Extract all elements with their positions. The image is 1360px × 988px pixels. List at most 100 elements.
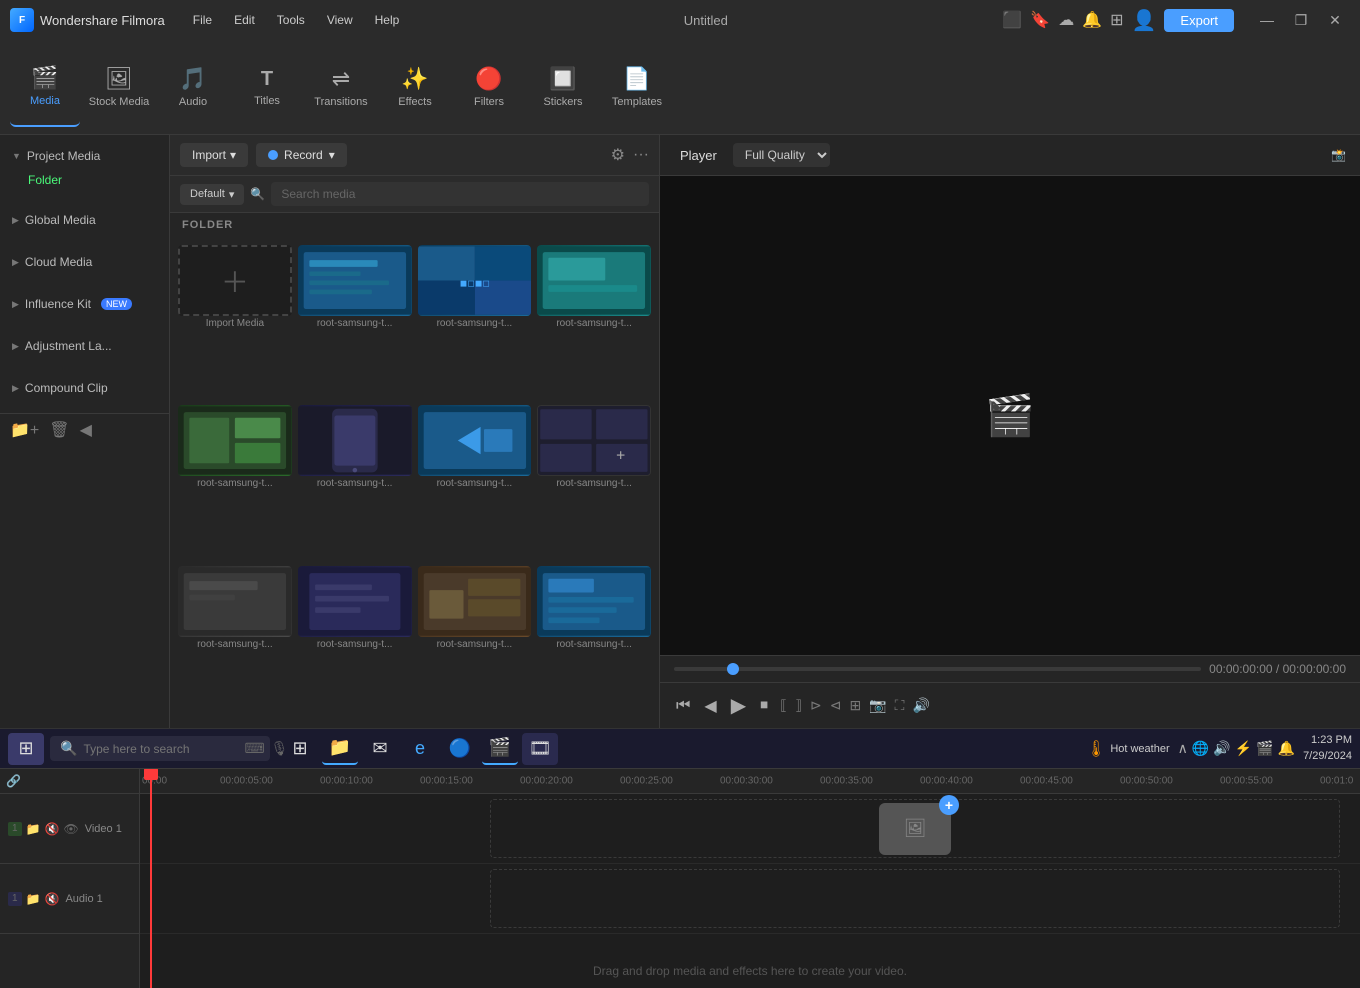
link-tracks-icon[interactable]: 🔗 xyxy=(6,774,21,788)
sort-button[interactable]: Default ▾ xyxy=(180,184,244,205)
toolbar-audio[interactable]: 🎵 Audio xyxy=(158,47,228,127)
left-section-project-media-header[interactable]: ▼ Project Media xyxy=(0,143,169,169)
fullscreen-icon[interactable]: ⛶ xyxy=(895,697,905,714)
step-back-button[interactable]: ◀ xyxy=(702,694,718,718)
toolbar-stock-media[interactable]: 🖼 Stock Media xyxy=(84,47,154,127)
player-tab[interactable]: Player xyxy=(674,146,723,165)
toolbar-stickers[interactable]: 🔲 Stickers xyxy=(528,47,598,127)
tray-volume[interactable]: 🔊 xyxy=(1213,740,1230,757)
play-button[interactable]: ▶ xyxy=(729,691,748,720)
collapse-icon[interactable]: ◀ xyxy=(80,420,92,440)
media-thumb-11[interactable]: root-samsung-t... xyxy=(537,566,651,720)
record-button[interactable]: Record ▾ xyxy=(256,143,347,167)
playhead[interactable] xyxy=(150,769,152,988)
media-thumb-8[interactable]: root-samsung-t... xyxy=(178,566,292,720)
start-button[interactable]: ⊞ xyxy=(8,733,44,765)
mark-out-icon[interactable]: ⟧ xyxy=(795,697,802,714)
menu-tools[interactable]: Tools xyxy=(267,9,315,31)
import-button[interactable]: Import ▾ xyxy=(180,143,248,167)
left-section-adjustment-la-header[interactable]: ▶ Adjustment La... xyxy=(0,333,169,359)
weather-widget[interactable]: 🌡 Hot weather xyxy=(1086,739,1170,759)
stop-button[interactable]: ⏹ xyxy=(758,695,770,717)
taskbar-search-box[interactable]: 🔍 ⌨ 🎙 xyxy=(50,736,270,761)
keyframe-icon[interactable]: ⊳ xyxy=(810,697,822,714)
bell-icon[interactable]: 🔔 xyxy=(1082,10,1102,30)
quality-select[interactable]: Full Quality 1/2 Quality 1/4 Quality xyxy=(733,143,830,167)
mute-track-icon[interactable]: 🔇 xyxy=(45,822,60,836)
svg-text:◼◻◼◻: ◼◻◼◻ xyxy=(459,278,489,288)
left-section-global-media-header[interactable]: ▶ Global Media xyxy=(0,207,169,233)
folder-label[interactable]: Folder xyxy=(0,169,169,191)
taskbar-file-explorer[interactable]: 📁 xyxy=(322,733,358,765)
media-thumb-9[interactable]: root-samsung-t... xyxy=(298,566,412,720)
media-thumb-6[interactable]: root-samsung-t... xyxy=(418,405,532,559)
search-input[interactable] xyxy=(271,182,649,206)
user-avatar[interactable]: 👤 xyxy=(1132,8,1157,33)
eye-track-icon[interactable]: 👁 xyxy=(63,822,78,836)
tray-filmora-icon[interactable]: 🎬 xyxy=(1256,740,1273,757)
left-section-compound-clip-header[interactable]: ▶ Compound Clip xyxy=(0,375,169,401)
taskbar-search-input[interactable] xyxy=(83,742,238,756)
menu-edit[interactable]: Edit xyxy=(224,9,265,31)
taskbar-filmora[interactable]: 🎬 xyxy=(482,733,518,765)
media-thumb-5[interactable]: root-samsung-t... xyxy=(298,405,412,559)
add-media-button[interactable]: + xyxy=(939,795,959,815)
taskbar-edge[interactable]: e xyxy=(402,733,438,765)
progress-bar[interactable] xyxy=(674,667,1201,671)
prev-frame-button[interactable]: ⏮ xyxy=(674,695,692,717)
volume-icon[interactable]: 🔊 xyxy=(912,697,929,714)
left-section-influence-kit-header[interactable]: ▶ Influence Kit NEW xyxy=(0,291,169,317)
toolbar-media[interactable]: 🎬 Media xyxy=(10,47,80,127)
system-time[interactable]: 1:23 PM 7/29/2024 xyxy=(1303,733,1352,764)
mark-in-icon[interactable]: ⟦ xyxy=(780,697,787,714)
add-folder-icon[interactable]: 📁+ xyxy=(10,420,39,440)
screen-icon[interactable]: ⬛ xyxy=(1002,10,1022,30)
close-button[interactable]: ✕ xyxy=(1320,8,1350,32)
menu-file[interactable]: File xyxy=(183,9,222,31)
tray-battery[interactable]: ⚡ xyxy=(1235,740,1252,757)
import-media-thumb[interactable]: ＋ Import Media xyxy=(178,245,292,399)
delete-icon[interactable]: 🗑 xyxy=(49,420,69,440)
timeline-tracks[interactable]: 00:00 00:00:05:00 00:00:10:00 00:00:15:0… xyxy=(140,769,1360,988)
toolbar-filters[interactable]: 🔴 Filters xyxy=(454,47,524,127)
more-icon[interactable]: ··· xyxy=(633,146,649,164)
minimize-button[interactable]: — xyxy=(1252,8,1282,32)
media-thumb-7[interactable]: + root-samsung-t... xyxy=(537,405,651,559)
folder-track-icon[interactable]: 📁 xyxy=(26,822,41,836)
grid-icon[interactable]: ⊞ xyxy=(1110,10,1123,30)
taskbar-mail[interactable]: ✉ xyxy=(362,733,398,765)
folder-audio-icon[interactable]: 📁 xyxy=(26,892,41,906)
progress-handle[interactable] xyxy=(727,663,739,675)
toolbar-effects[interactable]: ✨ Effects xyxy=(380,47,450,127)
media-thumb-3[interactable]: root-samsung-t... xyxy=(537,245,651,399)
taskbar-task-view[interactable]: ⊞ xyxy=(282,733,318,765)
toolbar-templates[interactable]: 📄 Templates xyxy=(602,47,672,127)
tray-notification[interactable]: 🔔 xyxy=(1278,740,1295,757)
prev-keyframe-icon[interactable]: ⊲ xyxy=(830,697,842,714)
taskbar-chrome[interactable]: 🔵 xyxy=(442,733,478,765)
media-thumb-1[interactable]: root-samsung-t... xyxy=(298,245,412,399)
audio-track-content[interactable] xyxy=(140,864,1360,934)
import-media-box[interactable]: ＋ xyxy=(178,245,292,316)
media-thumb-4[interactable]: root-samsung-t... xyxy=(178,405,292,559)
tray-network[interactable]: 🌐 xyxy=(1192,740,1209,757)
filter-icon[interactable]: ⚙ xyxy=(611,145,625,165)
media-thumb-2[interactable]: ◼◻◼◻ root-samsung-t... xyxy=(418,245,532,399)
screenshot-icon[interactable]: 📸 xyxy=(1331,148,1346,162)
split-screen-icon[interactable]: ⊞ xyxy=(849,697,861,714)
menu-help[interactable]: Help xyxy=(365,9,410,31)
bookmark-icon[interactable]: 🔖 xyxy=(1030,10,1050,30)
cloud-icon[interactable]: ☁ xyxy=(1058,10,1074,30)
export-button[interactable]: Export xyxy=(1164,9,1234,32)
camera-icon[interactable]: 📷 xyxy=(869,697,886,714)
left-section-cloud-media-header[interactable]: ▶ Cloud Media xyxy=(0,249,169,275)
toolbar-transitions[interactable]: ⇌ Transitions xyxy=(306,47,376,127)
taskbar-filmora-2[interactable]: 🎞 xyxy=(522,733,558,765)
menu-view[interactable]: View xyxy=(317,9,363,31)
maximize-button[interactable]: ❐ xyxy=(1286,8,1316,32)
mute-audio-icon[interactable]: 🔇 xyxy=(45,892,60,906)
media-thumb-10[interactable]: root-samsung-t... xyxy=(418,566,532,720)
tray-show-hidden[interactable]: ∧ xyxy=(1178,740,1188,757)
video-track-content[interactable]: 🖼 + xyxy=(140,794,1360,864)
toolbar-titles[interactable]: T Titles xyxy=(232,47,302,127)
